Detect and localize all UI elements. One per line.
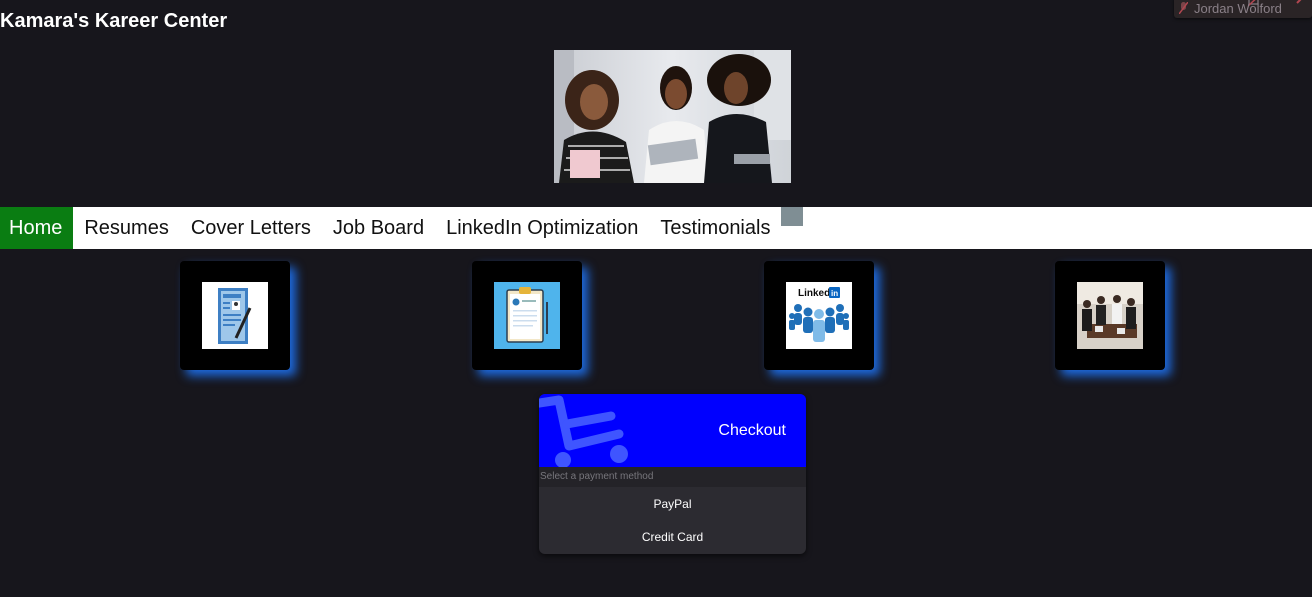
site-title: Kamara's Kareer Center xyxy=(0,10,228,32)
nav-job-board[interactable]: Job Board xyxy=(322,207,435,249)
checkout-title: Checkout xyxy=(718,422,786,439)
end-call-icon[interactable] xyxy=(1296,0,1308,4)
nav-broken-image xyxy=(781,207,804,226)
hero-image xyxy=(554,50,791,183)
nav-resumes[interactable]: Resumes xyxy=(73,207,179,249)
service-card-linkedin[interactable]: Linked in xyxy=(764,261,874,370)
checkout-panel: Checkout Select a payment method PayPal … xyxy=(539,394,806,554)
credit-card-option[interactable]: Credit Card xyxy=(539,521,806,553)
main-nav: Home Resumes Cover Letters Job Board Lin… xyxy=(0,207,1312,249)
service-card-testimonials[interactable] xyxy=(1055,261,1165,370)
meeting-photo-icon xyxy=(1077,282,1143,349)
linkedin-logo-text: Linked xyxy=(798,288,830,299)
payment-method-prompt: Select a payment method xyxy=(539,467,806,487)
participant-name: Jordan Wolford xyxy=(1194,1,1282,16)
linkedin-icon: Linked in xyxy=(786,282,852,349)
nav-testimonials[interactable]: Testimonials xyxy=(649,207,781,249)
linkedin-logo-badge: in xyxy=(831,289,838,298)
service-card-cover-letters[interactable] xyxy=(472,261,582,370)
nav-cover-letters[interactable]: Cover Letters xyxy=(180,207,322,249)
checkout-banner: Checkout xyxy=(539,394,806,467)
nav-home[interactable]: Home xyxy=(0,207,74,249)
muted-mic-icon xyxy=(1179,2,1188,14)
service-card-resumes[interactable] xyxy=(180,261,290,370)
nav-linkedin-optimization[interactable]: LinkedIn Optimization xyxy=(435,207,649,249)
video-call-badge[interactable]: Jordan Wolford xyxy=(1174,0,1312,18)
resume-icon xyxy=(202,282,268,349)
clipboard-icon xyxy=(494,282,560,349)
paypal-option[interactable]: PayPal xyxy=(539,488,806,520)
